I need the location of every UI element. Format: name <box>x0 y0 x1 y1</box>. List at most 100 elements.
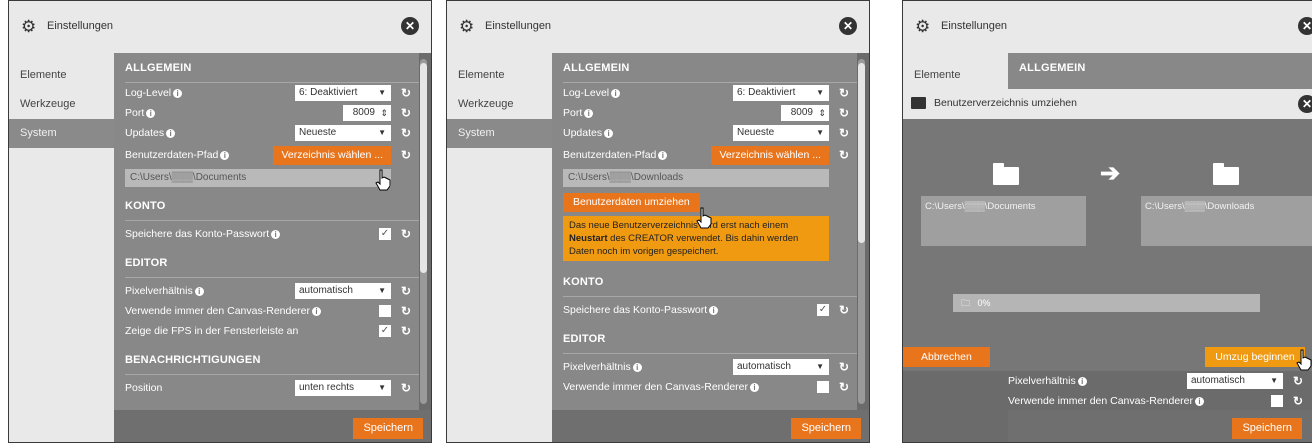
start-move-button[interactable]: Umzug beginnen <box>1205 347 1305 367</box>
info-icon[interactable]: i <box>632 363 642 372</box>
reset-icon[interactable]: ↻ <box>839 143 849 167</box>
info-icon[interactable]: i <box>709 306 719 315</box>
scrollbar-thumb[interactable] <box>858 63 865 243</box>
reset-icon[interactable]: ↻ <box>839 123 849 143</box>
canvas-renderer-checkbox[interactable] <box>1271 395 1283 407</box>
canvas-renderer-checkbox[interactable] <box>817 381 829 393</box>
reset-icon[interactable]: ↻ <box>401 281 411 301</box>
setting-updates: Updates i Neueste ▼ ↻ <box>563 123 857 143</box>
reset-icon[interactable]: ↻ <box>401 123 411 143</box>
reset-icon[interactable]: ↻ <box>839 103 849 123</box>
info-icon[interactable]: i <box>312 307 322 316</box>
sidebar-item-elemente[interactable]: Elemente <box>9 61 114 90</box>
position-label: Position <box>125 382 163 394</box>
pixel-ratio-label: Pixelverhältnis <box>125 285 193 297</box>
updates-select[interactable]: Neueste ▼ <box>733 125 829 141</box>
settings-dialog-1: ⚙ Einstellungen ✕ Elemente Werkzeuge Sys… <box>8 0 432 443</box>
save-password-checkbox[interactable]: ✓ <box>379 228 391 240</box>
close-icon[interactable]: ✕ <box>1298 17 1312 35</box>
scrollbar[interactable] <box>858 59 865 404</box>
log-level-select[interactable]: 6: Deaktiviert ▼ <box>733 85 829 101</box>
reset-icon[interactable]: ↻ <box>839 83 849 103</box>
save-button[interactable]: Speichern <box>1232 418 1302 439</box>
info-icon[interactable]: i <box>750 383 760 392</box>
reset-icon[interactable]: ↻ <box>401 143 411 167</box>
updates-select[interactable]: Neueste ▼ <box>295 125 391 141</box>
target-folder-icon <box>1213 163 1239 185</box>
setting-canvas-renderer: Verwende immer den Canvas-Renderer i ↻ <box>1008 391 1312 411</box>
reset-icon[interactable]: ↻ <box>839 300 849 320</box>
scrollbar[interactable] <box>420 59 427 404</box>
setting-userdata-path: Benutzerdaten-Pfad i Verzeichnis wählen .… <box>125 143 419 167</box>
pixel-ratio-select[interactable]: automatisch ▼ <box>295 283 391 299</box>
reset-icon[interactable]: ↻ <box>1293 371 1303 391</box>
log-level-select[interactable]: 6: Deaktiviert ▼ <box>295 85 391 101</box>
reset-icon[interactable]: ↻ <box>401 321 411 341</box>
sidebar-item-system[interactable]: System <box>9 119 114 148</box>
canvas-renderer-checkbox[interactable] <box>379 305 391 317</box>
reset-icon[interactable]: ↻ <box>401 103 411 123</box>
hand-cursor-icon <box>1296 349 1312 371</box>
info-icon[interactable]: i <box>194 287 204 296</box>
info-icon[interactable]: i <box>611 89 621 98</box>
setting-userdata-path: Benutzerdaten-Pfad i Verzeichnis wählen .… <box>563 143 857 167</box>
close-icon[interactable]: ✕ <box>839 17 857 35</box>
info-icon[interactable]: i <box>658 151 668 160</box>
close-icon[interactable]: ✕ <box>1298 95 1312 113</box>
info-icon[interactable]: i <box>1195 397 1205 406</box>
window-title: Einstellungen <box>47 20 114 32</box>
target-path-textarea[interactable]: C:\Users\▒▒▒\Downloads <box>1141 196 1312 246</box>
choose-directory-button[interactable]: Verzeichnis wählen ... <box>711 146 829 165</box>
info-icon[interactable]: i <box>1077 377 1087 386</box>
reset-icon[interactable]: ↻ <box>401 83 411 103</box>
pixel-ratio-select[interactable]: automatisch ▼ <box>733 359 829 375</box>
info-icon[interactable]: i <box>173 89 183 98</box>
reset-icon[interactable]: ↻ <box>1293 391 1303 411</box>
port-input[interactable]: 8009 ⇕ <box>343 105 391 121</box>
port-label: Port <box>563 107 583 119</box>
save-password-checkbox[interactable]: ✓ <box>817 304 829 316</box>
choose-directory-button[interactable]: Verzeichnis wählen ... <box>273 146 391 165</box>
cancel-button[interactable]: Abbrechen <box>903 347 990 367</box>
stepper-icon[interactable]: ⇕ <box>380 105 388 121</box>
arrow-right-icon: ➔ <box>1100 160 1121 187</box>
sidebar-footer <box>9 410 114 442</box>
reset-icon[interactable]: ↻ <box>401 378 411 398</box>
sidebar-item-elemente[interactable]: Elemente <box>903 61 1008 90</box>
info-icon[interactable]: i <box>271 230 281 239</box>
sidebar-item-elemente[interactable]: Elemente <box>447 61 552 90</box>
info-icon[interactable]: i <box>146 109 156 118</box>
setting-pixel-ratio: Pixelverhältnis i automatisch ▼ ↻ <box>563 357 857 377</box>
info-icon[interactable]: i <box>220 151 230 160</box>
info-icon[interactable]: i <box>584 109 594 118</box>
fps-label: Zeige die FPS in der Fensterleiste an <box>125 325 299 337</box>
source-path-textarea[interactable]: C:\Users\▒▒▒\Documents <box>921 196 1086 246</box>
port-input[interactable]: 8009 ⇕ <box>781 105 829 121</box>
pixel-ratio-select[interactable]: automatisch ▼ <box>1187 373 1283 389</box>
position-select[interactable]: unten rechts ▼ <box>295 380 391 396</box>
pixel-ratio-value: automatisch <box>1191 375 1245 386</box>
info-icon[interactable]: i <box>604 129 614 138</box>
move-dialog-body: ➔ C:\Users\▒▒▒\Documents C:\Users\▒▒▒\Do… <box>903 119 1312 371</box>
move-progress-bar: 🗀 0% <box>953 294 1260 312</box>
sidebar-item-werkzeuge[interactable]: Werkzeuge <box>9 90 114 119</box>
sidebar-item-werkzeuge[interactable]: Werkzeuge <box>447 90 552 119</box>
scrollbar-thumb[interactable] <box>420 63 427 273</box>
close-icon[interactable]: ✕ <box>401 17 419 35</box>
move-userdata-button[interactable]: Benutzerdaten umziehen <box>563 193 700 212</box>
reset-icon[interactable]: ↻ <box>401 301 411 321</box>
save-button[interactable]: Speichern <box>353 418 423 439</box>
setting-pixel-ratio: Pixelverhältnis i automatisch ▼ ↻ <box>125 281 419 301</box>
section-konto: KONTO <box>125 191 419 221</box>
reset-icon[interactable]: ↻ <box>839 377 849 397</box>
reset-icon[interactable]: ↻ <box>401 224 411 244</box>
fps-checkbox[interactable]: ✓ <box>379 325 391 337</box>
stepper-icon[interactable]: ⇕ <box>818 105 826 121</box>
reset-icon[interactable]: ↻ <box>839 357 849 377</box>
save-button[interactable]: Speichern <box>791 418 861 439</box>
settings-dialog-3: ⚙ Einstellungen ✕ Elemente ALLGEMEIN Ben… <box>902 0 1312 443</box>
window-title: Einstellungen <box>485 20 552 32</box>
sidebar-item-system[interactable]: System <box>447 119 552 148</box>
log-level-label: Log-Level <box>563 87 610 99</box>
info-icon[interactable]: i <box>166 129 176 138</box>
